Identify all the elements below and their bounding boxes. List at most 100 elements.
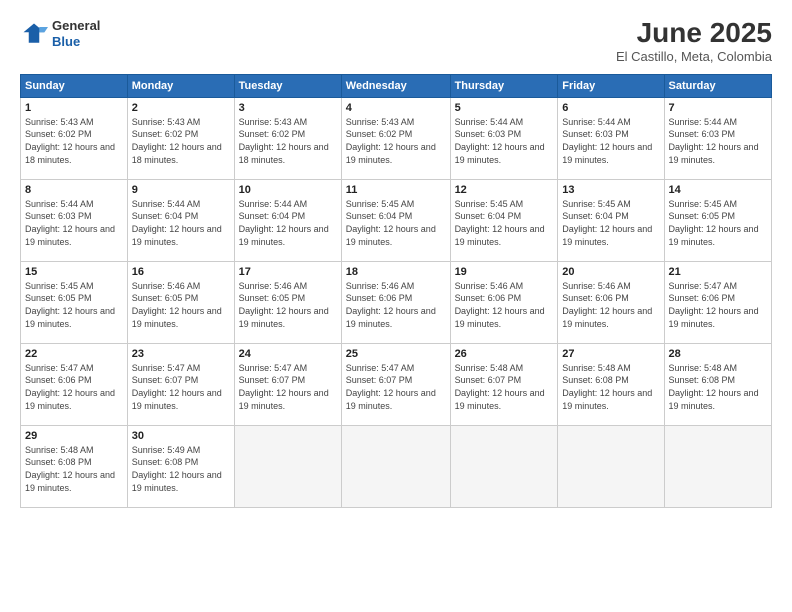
day-info: Sunrise: 5:44 AM Sunset: 6:03 PM Dayligh… bbox=[562, 116, 659, 166]
day-info: Sunrise: 5:45 AM Sunset: 6:04 PM Dayligh… bbox=[455, 198, 554, 248]
day-info: Sunrise: 5:43 AM Sunset: 6:02 PM Dayligh… bbox=[132, 116, 230, 166]
col-friday: Friday bbox=[558, 74, 664, 97]
page: General Blue June 2025 El Castillo, Meta… bbox=[0, 0, 792, 612]
logo: General Blue bbox=[20, 18, 100, 49]
day-info: Sunrise: 5:46 AM Sunset: 6:06 PM Dayligh… bbox=[455, 280, 554, 330]
table-row: 15 Sunrise: 5:45 AM Sunset: 6:05 PM Dayl… bbox=[21, 261, 128, 343]
table-row: 1 Sunrise: 5:43 AM Sunset: 6:02 PM Dayli… bbox=[21, 97, 128, 179]
table-row: 22 Sunrise: 5:47 AM Sunset: 6:06 PM Dayl… bbox=[21, 343, 128, 425]
table-row bbox=[341, 425, 450, 507]
day-number: 25 bbox=[346, 348, 446, 360]
col-tuesday: Tuesday bbox=[234, 74, 341, 97]
table-row: 19 Sunrise: 5:46 AM Sunset: 6:06 PM Dayl… bbox=[450, 261, 558, 343]
table-row: 29 Sunrise: 5:48 AM Sunset: 6:08 PM Dayl… bbox=[21, 425, 128, 507]
table-row: 5 Sunrise: 5:44 AM Sunset: 6:03 PM Dayli… bbox=[450, 97, 558, 179]
day-number: 14 bbox=[669, 184, 767, 196]
day-info: Sunrise: 5:45 AM Sunset: 6:04 PM Dayligh… bbox=[346, 198, 446, 248]
day-info: Sunrise: 5:45 AM Sunset: 6:04 PM Dayligh… bbox=[562, 198, 659, 248]
table-row: 28 Sunrise: 5:48 AM Sunset: 6:08 PM Dayl… bbox=[664, 343, 771, 425]
day-number: 15 bbox=[25, 266, 123, 278]
table-row: 24 Sunrise: 5:47 AM Sunset: 6:07 PM Dayl… bbox=[234, 343, 341, 425]
table-row: 14 Sunrise: 5:45 AM Sunset: 6:05 PM Dayl… bbox=[664, 179, 771, 261]
title-block: June 2025 El Castillo, Meta, Colombia bbox=[616, 18, 772, 64]
day-number: 27 bbox=[562, 348, 659, 360]
logo-general: General bbox=[52, 18, 100, 33]
day-number: 22 bbox=[25, 348, 123, 360]
day-number: 23 bbox=[132, 348, 230, 360]
col-wednesday: Wednesday bbox=[341, 74, 450, 97]
day-number: 10 bbox=[239, 184, 337, 196]
calendar-week-row: 15 Sunrise: 5:45 AM Sunset: 6:05 PM Dayl… bbox=[21, 261, 772, 343]
calendar-week-row: 1 Sunrise: 5:43 AM Sunset: 6:02 PM Dayli… bbox=[21, 97, 772, 179]
day-number: 17 bbox=[239, 266, 337, 278]
calendar-week-row: 22 Sunrise: 5:47 AM Sunset: 6:06 PM Dayl… bbox=[21, 343, 772, 425]
day-info: Sunrise: 5:43 AM Sunset: 6:02 PM Dayligh… bbox=[25, 116, 123, 166]
calendar-subtitle: El Castillo, Meta, Colombia bbox=[616, 49, 772, 64]
day-info: Sunrise: 5:44 AM Sunset: 6:04 PM Dayligh… bbox=[132, 198, 230, 248]
col-thursday: Thursday bbox=[450, 74, 558, 97]
table-row: 17 Sunrise: 5:46 AM Sunset: 6:05 PM Dayl… bbox=[234, 261, 341, 343]
table-row: 21 Sunrise: 5:47 AM Sunset: 6:06 PM Dayl… bbox=[664, 261, 771, 343]
day-info: Sunrise: 5:49 AM Sunset: 6:08 PM Dayligh… bbox=[132, 444, 230, 494]
day-info: Sunrise: 5:47 AM Sunset: 6:06 PM Dayligh… bbox=[25, 362, 123, 412]
day-number: 20 bbox=[562, 266, 659, 278]
header: General Blue June 2025 El Castillo, Meta… bbox=[20, 18, 772, 64]
day-number: 4 bbox=[346, 102, 446, 114]
table-row: 6 Sunrise: 5:44 AM Sunset: 6:03 PM Dayli… bbox=[558, 97, 664, 179]
table-row: 2 Sunrise: 5:43 AM Sunset: 6:02 PM Dayli… bbox=[127, 97, 234, 179]
day-info: Sunrise: 5:44 AM Sunset: 6:03 PM Dayligh… bbox=[25, 198, 123, 248]
day-info: Sunrise: 5:46 AM Sunset: 6:06 PM Dayligh… bbox=[346, 280, 446, 330]
day-info: Sunrise: 5:47 AM Sunset: 6:07 PM Dayligh… bbox=[239, 362, 337, 412]
logo-blue: Blue bbox=[52, 34, 80, 49]
day-info: Sunrise: 5:46 AM Sunset: 6:05 PM Dayligh… bbox=[132, 280, 230, 330]
table-row: 18 Sunrise: 5:46 AM Sunset: 6:06 PM Dayl… bbox=[341, 261, 450, 343]
day-info: Sunrise: 5:48 AM Sunset: 6:07 PM Dayligh… bbox=[455, 362, 554, 412]
table-row: 27 Sunrise: 5:48 AM Sunset: 6:08 PM Dayl… bbox=[558, 343, 664, 425]
table-row: 13 Sunrise: 5:45 AM Sunset: 6:04 PM Dayl… bbox=[558, 179, 664, 261]
table-row: 16 Sunrise: 5:46 AM Sunset: 6:05 PM Dayl… bbox=[127, 261, 234, 343]
day-number: 26 bbox=[455, 348, 554, 360]
day-number: 5 bbox=[455, 102, 554, 114]
table-row bbox=[450, 425, 558, 507]
day-number: 7 bbox=[669, 102, 767, 114]
day-info: Sunrise: 5:47 AM Sunset: 6:07 PM Dayligh… bbox=[132, 362, 230, 412]
table-row: 11 Sunrise: 5:45 AM Sunset: 6:04 PM Dayl… bbox=[341, 179, 450, 261]
day-info: Sunrise: 5:43 AM Sunset: 6:02 PM Dayligh… bbox=[346, 116, 446, 166]
day-number: 1 bbox=[25, 102, 123, 114]
day-info: Sunrise: 5:47 AM Sunset: 6:06 PM Dayligh… bbox=[669, 280, 767, 330]
col-monday: Monday bbox=[127, 74, 234, 97]
table-row: 3 Sunrise: 5:43 AM Sunset: 6:02 PM Dayli… bbox=[234, 97, 341, 179]
day-info: Sunrise: 5:46 AM Sunset: 6:06 PM Dayligh… bbox=[562, 280, 659, 330]
table-row: 26 Sunrise: 5:48 AM Sunset: 6:07 PM Dayl… bbox=[450, 343, 558, 425]
day-number: 6 bbox=[562, 102, 659, 114]
table-row: 10 Sunrise: 5:44 AM Sunset: 6:04 PM Dayl… bbox=[234, 179, 341, 261]
table-row: 8 Sunrise: 5:44 AM Sunset: 6:03 PM Dayli… bbox=[21, 179, 128, 261]
table-row bbox=[558, 425, 664, 507]
calendar-header-row: Sunday Monday Tuesday Wednesday Thursday… bbox=[21, 74, 772, 97]
day-info: Sunrise: 5:44 AM Sunset: 6:04 PM Dayligh… bbox=[239, 198, 337, 248]
day-number: 30 bbox=[132, 430, 230, 442]
day-info: Sunrise: 5:45 AM Sunset: 6:05 PM Dayligh… bbox=[25, 280, 123, 330]
logo-text: General Blue bbox=[52, 18, 100, 49]
logo-icon bbox=[20, 20, 48, 48]
table-row: 12 Sunrise: 5:45 AM Sunset: 6:04 PM Dayl… bbox=[450, 179, 558, 261]
day-info: Sunrise: 5:43 AM Sunset: 6:02 PM Dayligh… bbox=[239, 116, 337, 166]
day-info: Sunrise: 5:46 AM Sunset: 6:05 PM Dayligh… bbox=[239, 280, 337, 330]
day-number: 13 bbox=[562, 184, 659, 196]
day-number: 12 bbox=[455, 184, 554, 196]
day-number: 2 bbox=[132, 102, 230, 114]
day-number: 8 bbox=[25, 184, 123, 196]
day-number: 29 bbox=[25, 430, 123, 442]
day-number: 11 bbox=[346, 184, 446, 196]
table-row: 23 Sunrise: 5:47 AM Sunset: 6:07 PM Dayl… bbox=[127, 343, 234, 425]
day-info: Sunrise: 5:44 AM Sunset: 6:03 PM Dayligh… bbox=[455, 116, 554, 166]
day-number: 18 bbox=[346, 266, 446, 278]
day-number: 24 bbox=[239, 348, 337, 360]
table-row: 25 Sunrise: 5:47 AM Sunset: 6:07 PM Dayl… bbox=[341, 343, 450, 425]
day-info: Sunrise: 5:48 AM Sunset: 6:08 PM Dayligh… bbox=[562, 362, 659, 412]
table-row: 20 Sunrise: 5:46 AM Sunset: 6:06 PM Dayl… bbox=[558, 261, 664, 343]
table-row bbox=[234, 425, 341, 507]
day-number: 21 bbox=[669, 266, 767, 278]
table-row bbox=[664, 425, 771, 507]
calendar-table: Sunday Monday Tuesday Wednesday Thursday… bbox=[20, 74, 772, 508]
